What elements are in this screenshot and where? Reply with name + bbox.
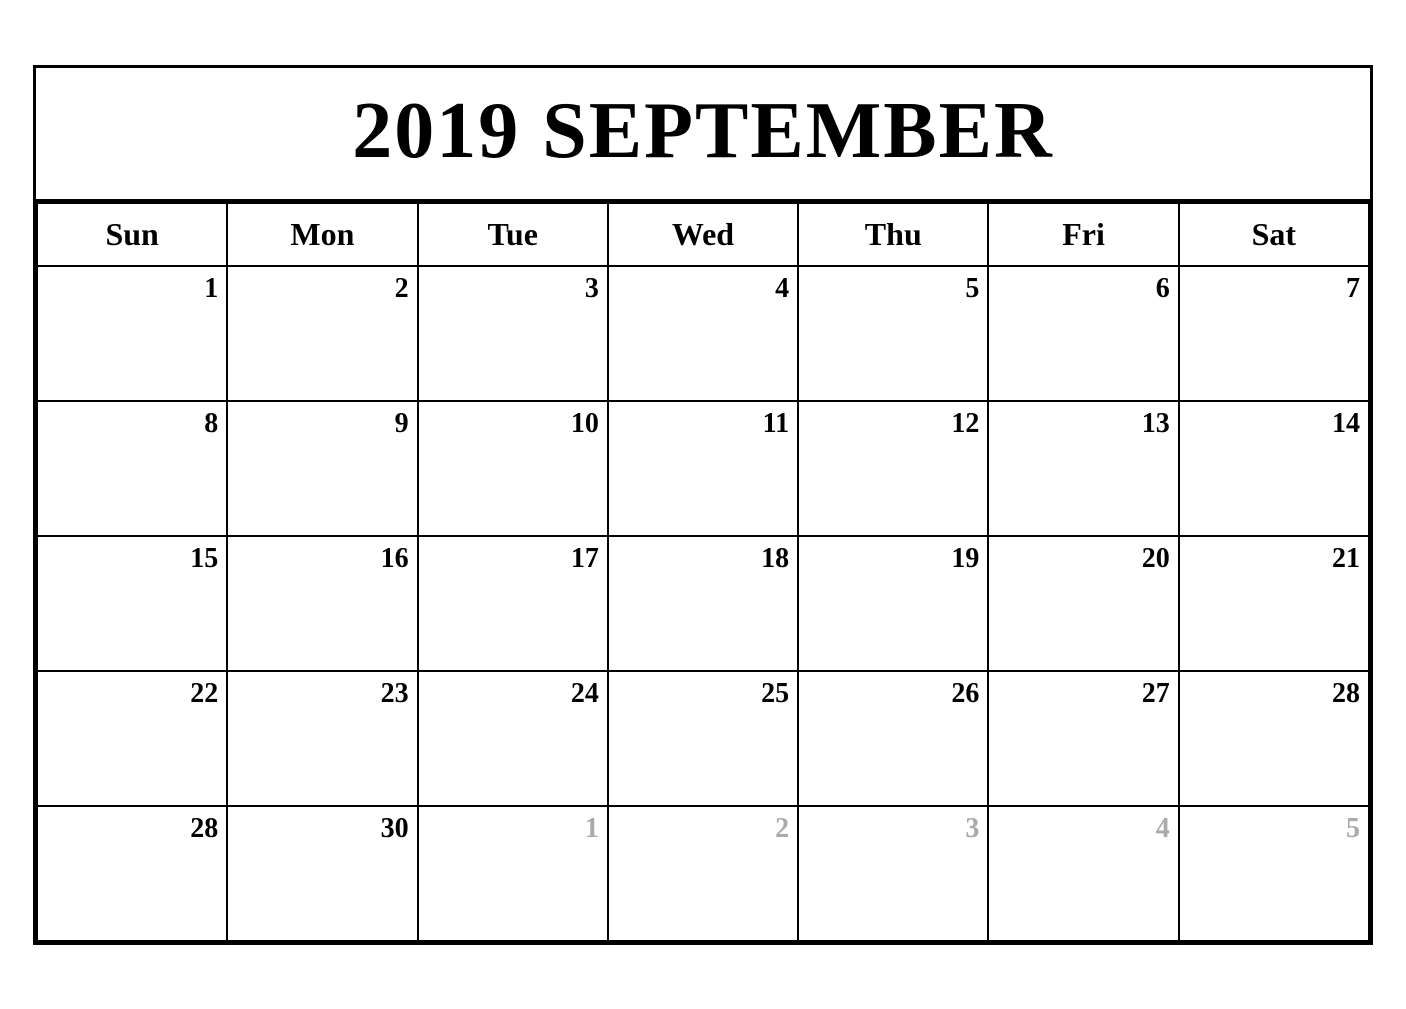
day-cell: 16: [227, 536, 417, 671]
day-cell: 4: [988, 806, 1178, 941]
day-cell: 11: [608, 401, 798, 536]
day-cell: 28: [1179, 671, 1369, 806]
day-cell: 10: [418, 401, 608, 536]
weekday-header-wed: Wed: [608, 203, 798, 266]
day-cell: 27: [988, 671, 1178, 806]
week-row-3: 15161718192021: [37, 536, 1369, 671]
day-cell: 8: [37, 401, 227, 536]
day-cell: 20: [988, 536, 1178, 671]
day-cell: 6: [988, 266, 1178, 401]
day-cell: 23: [227, 671, 417, 806]
day-cell: 14: [1179, 401, 1369, 536]
day-cell: 7: [1179, 266, 1369, 401]
day-cell: 22: [37, 671, 227, 806]
calendar: 2019 SEPTEMBER SunMonTueWedThuFriSat 123…: [33, 65, 1373, 945]
weekday-header-row: SunMonTueWedThuFriSat: [37, 203, 1369, 266]
day-cell: 13: [988, 401, 1178, 536]
day-cell: 2: [608, 806, 798, 941]
day-cell: 15: [37, 536, 227, 671]
day-cell: 26: [798, 671, 988, 806]
day-cell: 3: [798, 806, 988, 941]
day-cell: 2: [227, 266, 417, 401]
calendar-header: 2019 SEPTEMBER: [36, 68, 1370, 202]
week-row-4: 22232425262728: [37, 671, 1369, 806]
day-cell: 9: [227, 401, 417, 536]
day-cell: 24: [418, 671, 608, 806]
weekday-header-fri: Fri: [988, 203, 1178, 266]
day-cell: 18: [608, 536, 798, 671]
day-cell: 3: [418, 266, 608, 401]
day-cell: 17: [418, 536, 608, 671]
weekday-header-thu: Thu: [798, 203, 988, 266]
weekday-header-sat: Sat: [1179, 203, 1369, 266]
week-row-1: 1234567: [37, 266, 1369, 401]
day-cell: 12: [798, 401, 988, 536]
weekday-header-tue: Tue: [418, 203, 608, 266]
weekday-header-sun: Sun: [37, 203, 227, 266]
day-cell: 28: [37, 806, 227, 941]
day-cell: 19: [798, 536, 988, 671]
day-cell: 21: [1179, 536, 1369, 671]
week-row-2: 891011121314: [37, 401, 1369, 536]
day-cell: 1: [418, 806, 608, 941]
day-cell: 1: [37, 266, 227, 401]
day-cell: 5: [798, 266, 988, 401]
day-cell: 30: [227, 806, 417, 941]
day-cell: 5: [1179, 806, 1369, 941]
day-cell: 25: [608, 671, 798, 806]
calendar-title: 2019 SEPTEMBER: [46, 86, 1360, 177]
calendar-grid: SunMonTueWedThuFriSat 123456789101112131…: [36, 202, 1370, 942]
day-cell: 4: [608, 266, 798, 401]
week-row-5: 283012345: [37, 806, 1369, 941]
weekday-header-mon: Mon: [227, 203, 417, 266]
